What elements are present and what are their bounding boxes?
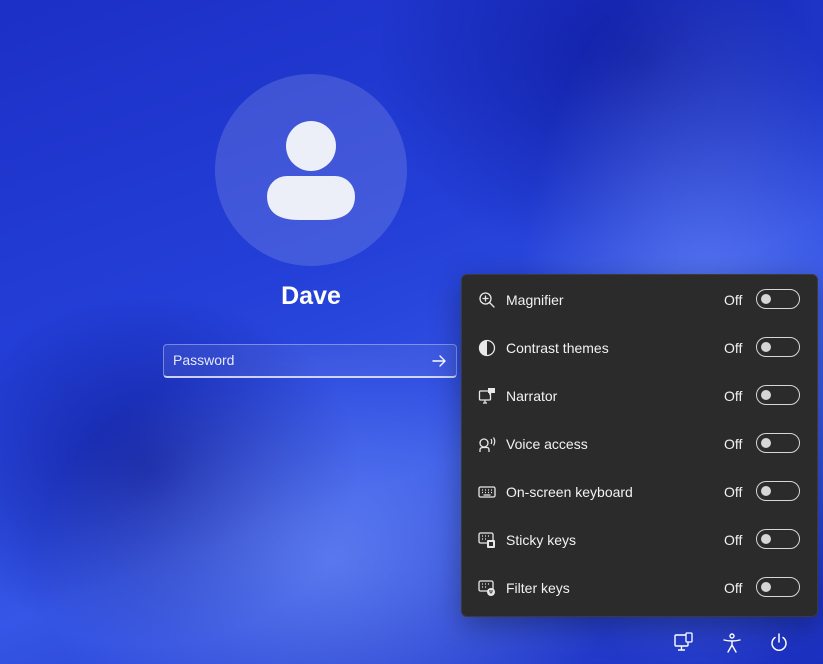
accessibility-item-state: Off: [724, 484, 743, 500]
magnifier-icon: [479, 292, 495, 308]
keyboard-icon: [478, 486, 496, 498]
accessibility-item-narrator[interactable]: Narrator Off: [462, 372, 819, 420]
accessibility-icon[interactable]: [721, 632, 743, 654]
accessibility-item-label: Sticky keys: [506, 532, 577, 548]
filter-keys-icon: [478, 580, 495, 596]
accessibility-item-state: Off: [724, 436, 743, 452]
accessibility-item-on-screen-keyboard[interactable]: On-screen keyboard Off: [462, 468, 819, 516]
accessibility-item-label: Voice access: [506, 436, 588, 452]
contrast-themes-toggle[interactable]: [756, 337, 800, 357]
contrast-icon: [478, 339, 496, 357]
sticky-keys-toggle[interactable]: [756, 529, 800, 549]
magnifier-toggle[interactable]: [756, 289, 800, 309]
power-icon[interactable]: [768, 632, 790, 654]
narrator-toggle[interactable]: [756, 385, 800, 405]
accessibility-item-label: Contrast themes: [506, 340, 609, 356]
accessibility-item-state: Off: [724, 388, 743, 404]
network-icon[interactable]: [672, 632, 694, 654]
submit-arrow-icon[interactable]: [428, 350, 450, 372]
accessibility-item-label: Filter keys: [506, 580, 570, 596]
on-screen-keyboard-toggle[interactable]: [756, 481, 800, 501]
accessibility-item-state: Off: [724, 532, 743, 548]
sticky-keys-icon: [478, 532, 495, 548]
accessibility-item-label: On-screen keyboard: [506, 484, 633, 500]
accessibility-item-sticky-keys[interactable]: Sticky keys Off: [462, 516, 819, 564]
accessibility-item-state: Off: [724, 580, 743, 596]
accessibility-item-filter-keys[interactable]: Filter keys Off: [462, 564, 819, 612]
user-name: Dave: [281, 282, 341, 310]
narrator-icon: [478, 388, 495, 404]
accessibility-flyout: Magnifier Off Contrast themes Off Narrat…: [461, 274, 818, 617]
user-avatar: [215, 74, 407, 266]
filter-keys-toggle[interactable]: [756, 577, 800, 597]
accessibility-item-label: Narrator: [506, 388, 558, 404]
accessibility-item-state: Off: [724, 292, 743, 308]
accessibility-item-magnifier[interactable]: Magnifier Off: [462, 276, 819, 324]
accessibility-item-voice-access[interactable]: Voice access Off: [462, 420, 819, 468]
voice-access-toggle[interactable]: [756, 433, 800, 453]
accessibility-item-label: Magnifier: [506, 292, 564, 308]
voice-access-icon: [479, 437, 496, 452]
accessibility-item-state: Off: [724, 340, 743, 356]
user-silhouette-icon: [267, 121, 355, 220]
accessibility-item-contrast-themes[interactable]: Contrast themes Off: [462, 324, 819, 372]
password-box[interactable]: [163, 344, 457, 378]
password-input[interactable]: [164, 345, 423, 375]
